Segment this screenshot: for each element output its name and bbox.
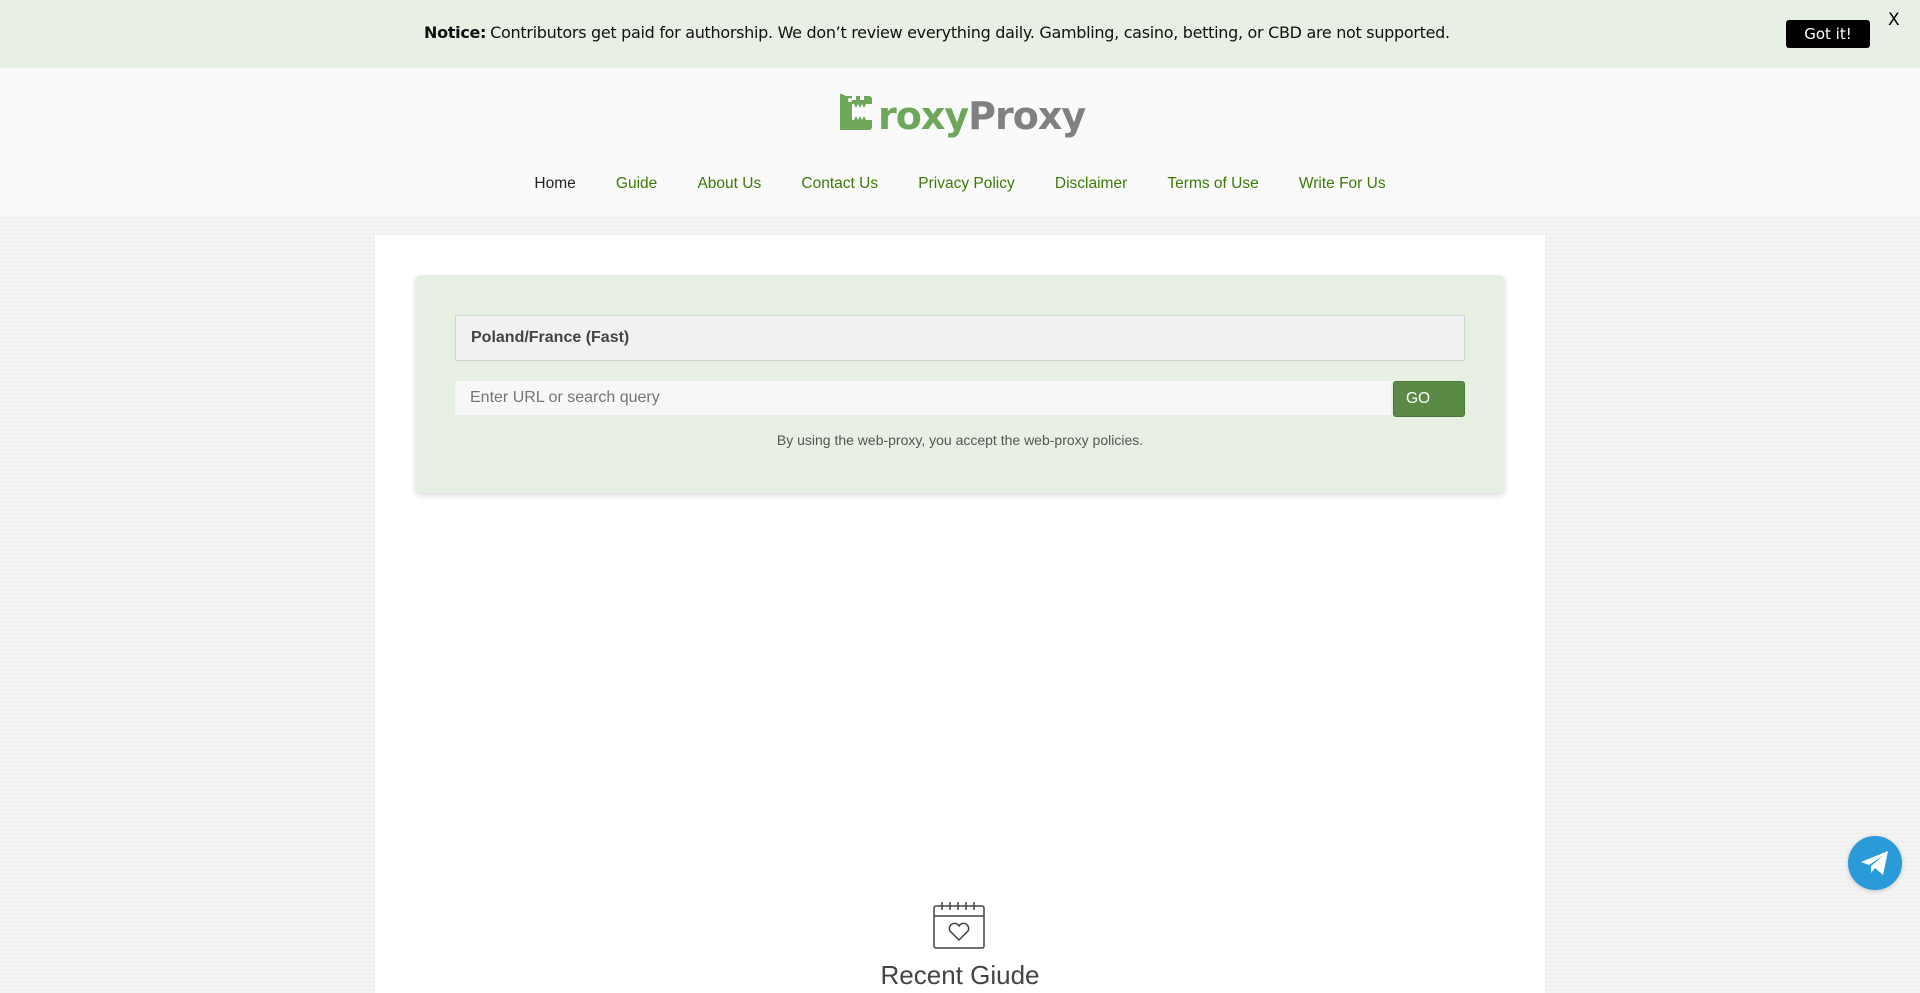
nav-home[interactable]: Home: [534, 175, 575, 193]
notice-label: Notice:: [424, 23, 487, 42]
site-header: roxyProxy Home Guide About Us Contact Us…: [0, 68, 1920, 216]
policy-text: By using the web-proxy, you accept the w…: [776, 432, 1144, 448]
got-it-button[interactable]: Got it!: [1786, 20, 1870, 48]
nav-privacy-policy[interactable]: Privacy Policy: [918, 175, 1014, 193]
url-input[interactable]: [455, 381, 1391, 415]
proxy-form: Poland/France (Fast) GO By using the web…: [415, 275, 1505, 493]
recent-guide-title: Recent Giude: [880, 960, 1040, 990]
logo-text-green: roxy: [878, 94, 969, 138]
telegram-button[interactable]: [1848, 836, 1902, 890]
server-select[interactable]: Poland/France (Fast): [455, 315, 1465, 361]
main-content: Poland/France (Fast) GO By using the web…: [375, 235, 1545, 993]
telegram-icon: [1861, 851, 1888, 875]
main-nav: Home Guide About Us Contact Us Privacy P…: [0, 175, 1920, 193]
nav-contact-us[interactable]: Contact Us: [801, 175, 878, 193]
notice-bar: Notice: Contributors get paid for authors…: [0, 0, 1920, 68]
site-logo[interactable]: roxyProxy: [838, 86, 1086, 138]
notice-text: Notice: Contributors get paid for authors…: [424, 23, 1450, 42]
nav-disclaimer[interactable]: Disclaimer: [1055, 175, 1127, 193]
calendar-heart-icon: [932, 900, 986, 950]
logo-text-gray: Proxy: [968, 94, 1086, 138]
logo-text: roxyProxy: [878, 94, 1086, 138]
close-notice-button[interactable]: X: [1888, 10, 1900, 30]
nav-write-for-us[interactable]: Write For Us: [1299, 175, 1386, 193]
go-button[interactable]: GO: [1393, 381, 1465, 417]
nav-terms-of-use[interactable]: Terms of Use: [1167, 175, 1258, 193]
nav-about-us[interactable]: About Us: [697, 175, 761, 193]
crocodile-logo-icon: [838, 92, 878, 138]
notice-message: Contributors get paid for authorship. We…: [490, 23, 1450, 42]
nav-guide[interactable]: Guide: [616, 175, 657, 193]
